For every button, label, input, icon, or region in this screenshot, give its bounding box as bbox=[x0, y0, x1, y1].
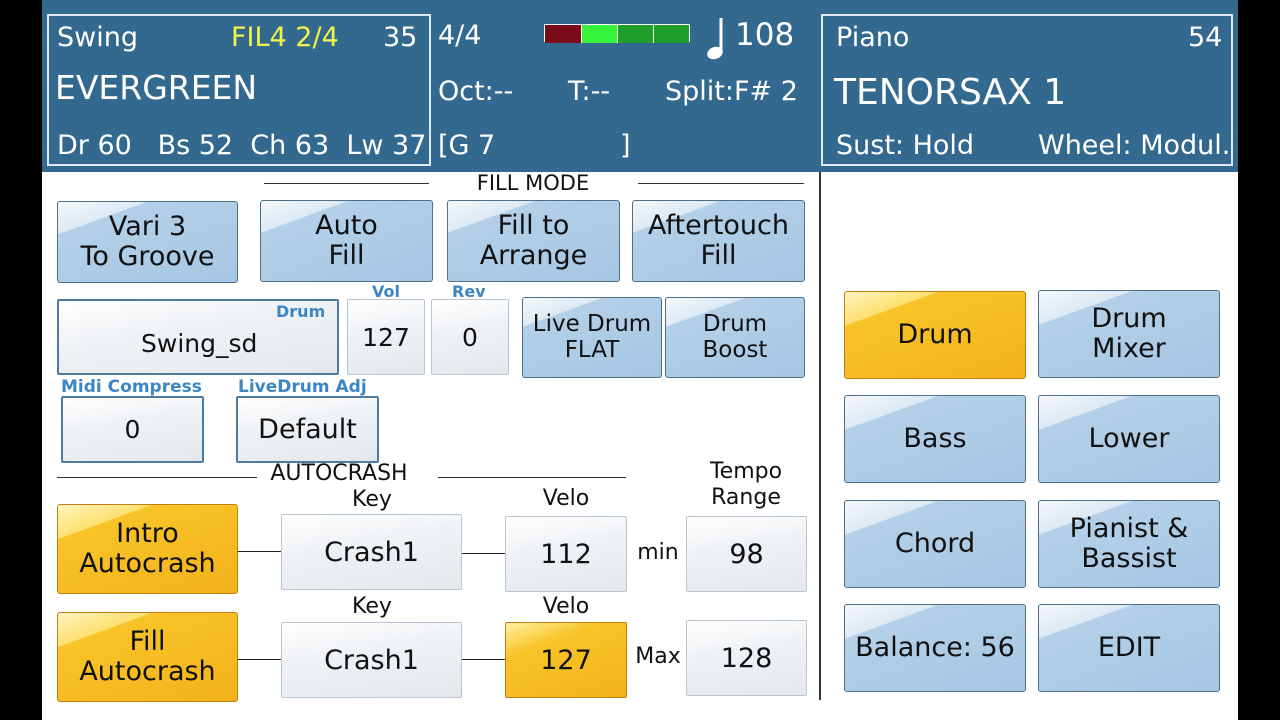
intro-velo-label: Velo bbox=[542, 486, 590, 511]
beat-2 bbox=[581, 25, 617, 43]
tempo-max-label: Max bbox=[635, 644, 681, 669]
midi-compress-field[interactable]: 0 bbox=[61, 396, 204, 463]
song-name: EVERGREEN bbox=[55, 68, 258, 107]
auto-fill-button[interactable]: Auto Fill bbox=[260, 200, 433, 282]
fill-mode-rule-left bbox=[264, 183, 429, 184]
lower-button[interactable]: Lower bbox=[1038, 395, 1220, 483]
vol-label: Vol bbox=[372, 282, 400, 301]
tempo-min-field[interactable]: 98 bbox=[686, 516, 807, 592]
aftertouch-fill-button[interactable]: Aftertouch Fill bbox=[632, 200, 805, 282]
vol-field[interactable]: 127 bbox=[347, 299, 425, 375]
fill-autocrash-button[interactable]: Fill Autocrash bbox=[57, 612, 238, 702]
beat-3 bbox=[617, 25, 653, 43]
intro-connector-2 bbox=[462, 553, 506, 554]
split-point: Split:F# 2 bbox=[665, 76, 798, 107]
rev-field[interactable]: 0 bbox=[431, 299, 509, 375]
drum-boost-button[interactable]: Drum Boost bbox=[665, 297, 805, 378]
intro-velo-field[interactable]: 112 bbox=[505, 516, 627, 592]
drum-kit-label: Drum bbox=[276, 302, 326, 321]
edit-button[interactable]: EDIT bbox=[1038, 604, 1220, 692]
tempo-min-label: min bbox=[637, 540, 679, 565]
beat-4 bbox=[653, 25, 689, 43]
time-signature: 4/4 bbox=[438, 20, 482, 51]
fill-key-field[interactable]: Crash1 bbox=[281, 622, 462, 698]
intro-connector-1 bbox=[238, 551, 282, 552]
fill-variation: FIL4 2/4 bbox=[231, 22, 339, 53]
fill-connector-1 bbox=[238, 659, 282, 660]
intro-autocrash-button[interactable]: Intro Autocrash bbox=[57, 504, 238, 594]
autocrash-title: AUTOCRASH bbox=[270, 461, 408, 486]
pianist-bassist-button[interactable]: Pianist & Bassist bbox=[1038, 500, 1220, 588]
drum-kit-value: Swing_sd bbox=[141, 329, 258, 358]
fill-mode-rule-right bbox=[638, 183, 804, 184]
autocrash-rule-right bbox=[438, 477, 626, 478]
vari-to-groove-button[interactable]: Vari 3 To Groove bbox=[57, 201, 238, 283]
fill-connector-2 bbox=[462, 659, 506, 660]
rev-label: Rev bbox=[452, 282, 486, 301]
intro-key-field[interactable]: Crash1 bbox=[281, 514, 462, 590]
transpose: T:-- bbox=[568, 76, 611, 107]
mixer-screen: Swing FIL4 2/4 35 EVERGREEN Dr 60 Bs 52 … bbox=[42, 0, 1238, 720]
tempo-value: 108 bbox=[735, 17, 795, 53]
octave: Oct:-- bbox=[438, 76, 514, 107]
autocrash-rule-left bbox=[57, 477, 257, 478]
quarter-note-icon bbox=[707, 18, 723, 60]
drum-tab-button[interactable]: Drum bbox=[844, 291, 1026, 379]
voice-category: Piano bbox=[836, 22, 910, 53]
voice-number: 54 bbox=[1188, 22, 1223, 53]
status-bar: Swing FIL4 2/4 35 EVERGREEN Dr 60 Bs 52 … bbox=[42, 0, 1238, 172]
balance-button[interactable]: Balance: 56 bbox=[844, 604, 1026, 692]
beat-indicator bbox=[544, 24, 690, 43]
fill-key-label: Key bbox=[352, 594, 392, 619]
style-name: Swing bbox=[57, 22, 138, 53]
tempo-range-label: Tempo Range bbox=[709, 459, 783, 511]
style-parts: Dr 60 Bs 52 Ch 63 Lw 37 bbox=[57, 130, 427, 161]
midi-compress-label: Midi Compress bbox=[61, 377, 202, 397]
bass-button[interactable]: Bass bbox=[844, 395, 1026, 483]
live-drum-flat-button[interactable]: Live Drum FLAT bbox=[522, 297, 662, 378]
intro-key-label: Key bbox=[352, 487, 392, 512]
fill-to-arrange-button[interactable]: Fill to Arrange bbox=[447, 200, 620, 282]
fill-velo-field[interactable]: 127 bbox=[505, 622, 627, 698]
livedrum-adj-field[interactable]: Default bbox=[236, 396, 379, 463]
tempo-max-field[interactable]: 128 bbox=[686, 620, 807, 696]
chord-display: [G 7 bbox=[438, 130, 496, 161]
vertical-divider bbox=[819, 172, 821, 700]
fill-velo-label: Velo bbox=[542, 594, 590, 619]
livedrum-adj-label: LiveDrum Adj bbox=[238, 377, 367, 397]
sustain-status: Sust: Hold bbox=[836, 130, 975, 161]
style-number: 35 bbox=[383, 22, 418, 53]
fill-mode-title: FILL MODE bbox=[476, 171, 590, 195]
beat-1 bbox=[545, 25, 581, 43]
chord-display-end: ] bbox=[620, 130, 631, 161]
drum-mixer-button[interactable]: Drum Mixer bbox=[1038, 290, 1220, 378]
voice-name: TENORSAX 1 bbox=[834, 72, 1067, 113]
chord-button[interactable]: Chord bbox=[844, 500, 1026, 588]
wheel-status: Wheel: Modul. bbox=[1038, 130, 1231, 161]
